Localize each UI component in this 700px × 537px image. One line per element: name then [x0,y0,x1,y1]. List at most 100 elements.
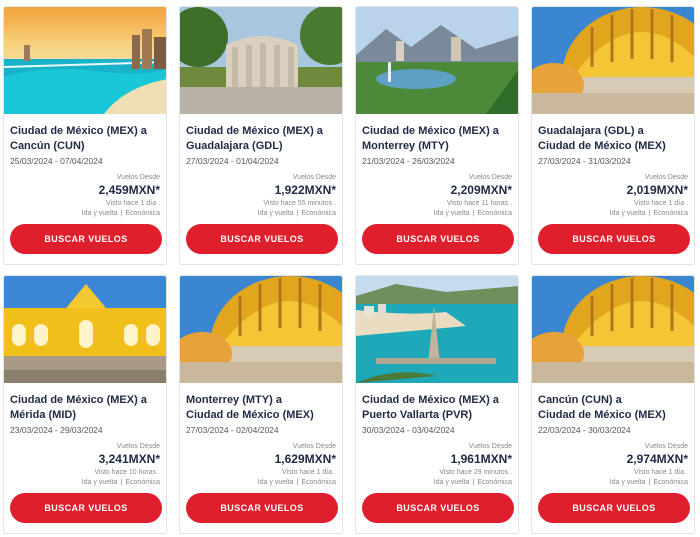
trip-type: Ida y vuelta [609,479,646,486]
route-title: Ciudad de México (MEX) a Guadalajara (GD… [186,124,342,154]
route-title: Ciudad de México (MEX) a Mérida (MID) [10,393,166,423]
route-destination: Cancún (CUN) [10,140,85,152]
deal-card[interactable]: Ciudad de México (MEX) a Cancún (CUN) 25… [3,6,167,265]
cabin-class: Económica [125,479,160,486]
guadalajara-rotunda-image[interactable] [180,7,342,114]
trip-type: Ida y vuelta [433,479,470,486]
price-value: 2,019MXN* [626,183,688,197]
trip-info: Ida y vuelta | Económica [82,479,160,486]
price-value: 1,922MXN* [274,183,336,197]
search-flights-button[interactable]: BUSCAR VUELOS [10,493,162,523]
cabin-class: Económica [477,479,512,486]
seen-time: Visto hace 11 horas . [446,200,512,207]
route-title: Ciudad de México (MEX) a Monterrey (MTY) [362,124,518,154]
search-flights-button[interactable]: BUSCAR VUELOS [362,493,514,523]
trip-type: Ida y vuelta [81,479,118,486]
trip-info: Ida y vuelta | Económica [258,479,336,486]
route-destination: Ciudad de México (MEX) [538,409,666,421]
trip-info: Ida y vuelta | Económica [610,479,688,486]
trip-type: Ida y vuelta [81,210,118,217]
trip-type: Ida y vuelta [257,479,294,486]
travel-dates: 30/03/2024 - 03/04/2024 [362,425,455,435]
cabin-class: Económica [653,210,688,217]
price-from-label: Vuelos Desde [644,174,688,181]
deal-card[interactable]: Ciudad de México (MEX) a Mérida (MID) 23… [3,275,167,534]
monterrey-park-image[interactable] [356,7,518,114]
search-flights-button[interactable]: BUSCAR VUELOS [186,493,338,523]
deal-card[interactable]: Monterrey (MTY) a Ciudad de México (MEX)… [179,275,343,534]
travel-dates: 27/03/2024 - 01/04/2024 [186,156,279,166]
route-title: Monterrey (MTY) a Ciudad de México (MEX) [186,393,342,423]
price-value: 1,961MXN* [450,452,512,466]
travel-dates: 21/03/2024 - 26/03/2024 [362,156,455,166]
cancun-beach-image[interactable] [4,7,166,114]
trip-type: Ida y vuelta [433,210,470,217]
route-origin: Cancún (CUN) a [538,394,622,406]
route-title: Ciudad de México (MEX) a Cancún (CUN) [10,124,166,154]
price-value: 3,241MXN* [98,452,160,466]
deals-grid: Ciudad de México (MEX) a Cancún (CUN) 25… [0,0,700,537]
route-origin: Ciudad de México (MEX) a [186,125,323,137]
deal-card[interactable]: Ciudad de México (MEX) a Monterrey (MTY)… [355,6,519,265]
bellas-artes-dome-image[interactable] [532,276,694,383]
price-from-label: Vuelos Desde [644,443,688,450]
price-value: 2,209MXN* [450,183,512,197]
route-origin: Ciudad de México (MEX) a [10,125,147,137]
route-destination: Ciudad de México (MEX) [186,409,314,421]
search-flights-button[interactable]: BUSCAR VUELOS [186,224,338,254]
bellas-artes-dome-image[interactable] [180,276,342,383]
price-value: 2,459MXN* [98,183,160,197]
deal-card[interactable]: Guadalajara (GDL) a Ciudad de México (ME… [531,6,695,265]
route-destination: Puerto Vallarta (PVR) [362,409,473,421]
route-title: Ciudad de México (MEX) a Puerto Vallarta… [362,393,518,423]
route-origin: Ciudad de México (MEX) a [362,125,499,137]
seen-time: Visto hace 55 minutos . [263,200,336,207]
price-from-label: Vuelos Desde [292,443,336,450]
deal-card[interactable]: Ciudad de México (MEX) a Guadalajara (GD… [179,6,343,265]
route-title: Cancún (CUN) a Ciudad de México (MEX) [538,393,694,423]
search-flights-button[interactable]: BUSCAR VUELOS [10,224,162,254]
travel-dates: 27/03/2024 - 31/03/2024 [538,156,631,166]
search-flights-button[interactable]: BUSCAR VUELOS [538,493,690,523]
trip-info: Ida y vuelta | Económica [258,210,336,217]
search-flights-button[interactable]: BUSCAR VUELOS [362,224,514,254]
bellas-artes-dome-image[interactable] [532,7,694,114]
price-value: 2,974MXN* [626,452,688,466]
price-from-label: Vuelos Desde [468,443,512,450]
route-origin: Monterrey (MTY) a [186,394,282,406]
seen-time: Visto hace 10 horas . [94,469,160,476]
trip-info: Ida y vuelta | Económica [82,210,160,217]
price-value: 1,629MXN* [274,452,336,466]
seen-time: Visto hace 1 día . [282,469,336,476]
travel-dates: 23/03/2024 - 29/03/2024 [10,425,103,435]
puerto-vallarta-pier-image[interactable] [356,276,518,383]
travel-dates: 27/03/2024 - 02/04/2024 [186,425,279,435]
travel-dates: 22/03/2024 - 30/03/2024 [538,425,631,435]
seen-time: Visto hace 1 día . [634,200,688,207]
seen-time: Visto hace 29 minutos . [439,469,512,476]
deal-card[interactable]: Cancún (CUN) a Ciudad de México (MEX) 22… [531,275,695,534]
cabin-class: Económica [653,479,688,486]
route-destination: Mérida (MID) [10,409,76,421]
cabin-class: Económica [477,210,512,217]
trip-type: Ida y vuelta [609,210,646,217]
price-from-label: Vuelos Desde [116,443,160,450]
price-from-label: Vuelos Desde [292,174,336,181]
cabin-class: Económica [301,479,336,486]
price-from-label: Vuelos Desde [468,174,512,181]
route-destination: Monterrey (MTY) [362,140,449,152]
route-origin: Ciudad de México (MEX) a [362,394,499,406]
trip-info: Ida y vuelta | Económica [434,479,512,486]
route-destination: Guadalajara (GDL) [186,140,283,152]
route-title: Guadalajara (GDL) a Ciudad de México (ME… [538,124,694,154]
cabin-class: Económica [125,210,160,217]
search-flights-button[interactable]: BUSCAR VUELOS [538,224,690,254]
price-from-label: Vuelos Desde [116,174,160,181]
trip-info: Ida y vuelta | Económica [610,210,688,217]
deal-card[interactable]: Ciudad de México (MEX) a Puerto Vallarta… [355,275,519,534]
route-origin: Ciudad de México (MEX) a [10,394,147,406]
izamal-yellow-convent-image[interactable] [4,276,166,383]
route-destination: Ciudad de México (MEX) [538,140,666,152]
cabin-class: Económica [301,210,336,217]
travel-dates: 25/03/2024 - 07/04/2024 [10,156,103,166]
